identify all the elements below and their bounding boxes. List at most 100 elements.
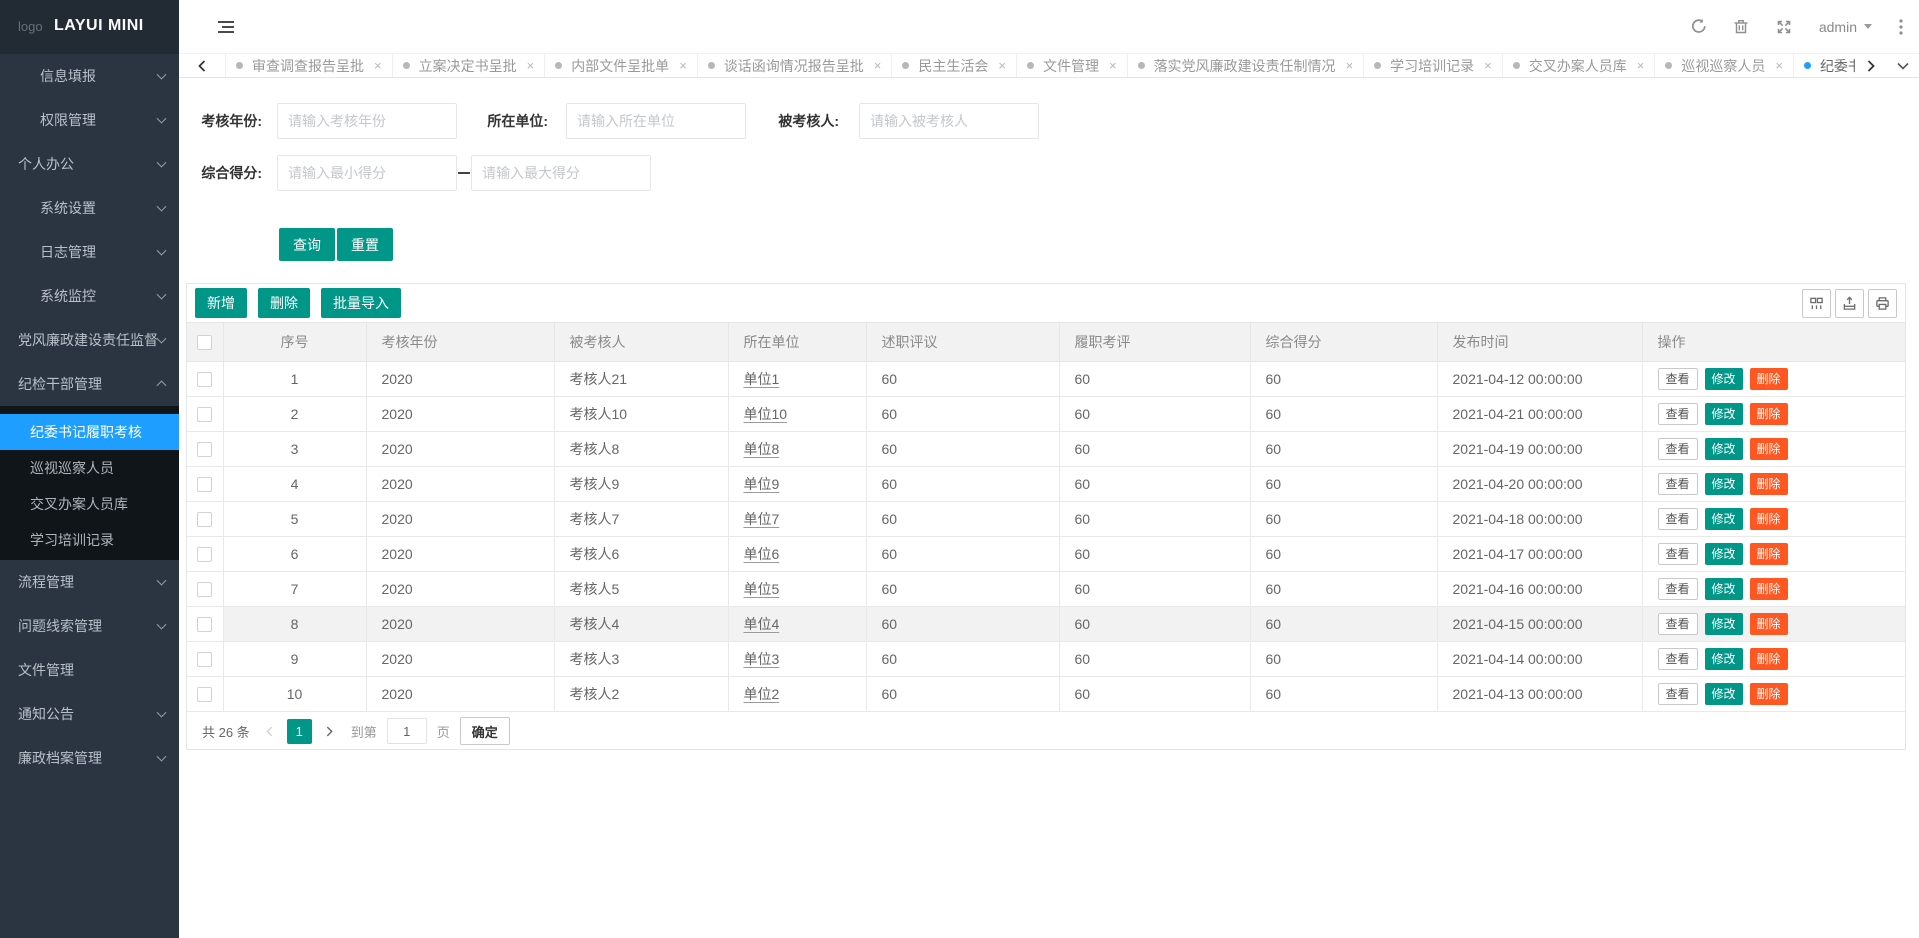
- search-button[interactable]: 查询: [279, 228, 335, 261]
- tab-close-icon[interactable]: ×: [679, 59, 687, 72]
- unit-link[interactable]: 单位6: [744, 546, 780, 562]
- edit-button[interactable]: 修改: [1705, 578, 1743, 600]
- tab-close-icon[interactable]: ×: [1775, 59, 1783, 72]
- view-button[interactable]: 查看: [1658, 508, 1698, 530]
- view-button[interactable]: 查看: [1658, 613, 1698, 635]
- sidebar-item[interactable]: 系统设置: [0, 186, 179, 230]
- row-checkbox[interactable]: [197, 477, 212, 492]
- delete-row-button[interactable]: 删除: [1750, 368, 1788, 390]
- person-input[interactable]: [859, 103, 1039, 139]
- delete-row-button[interactable]: 删除: [1750, 648, 1788, 670]
- edit-button[interactable]: 修改: [1705, 368, 1743, 390]
- unit-input[interactable]: [566, 103, 746, 139]
- unit-link[interactable]: 单位8: [744, 441, 780, 457]
- sidebar-subitem[interactable]: 巡视巡察人员: [0, 450, 179, 486]
- tab-close-icon[interactable]: ×: [1346, 59, 1354, 72]
- refresh-icon[interactable]: [1689, 18, 1706, 35]
- export-icon[interactable]: [1835, 289, 1864, 318]
- unit-link[interactable]: 单位4: [744, 616, 780, 632]
- batch-import-button[interactable]: 批量导入: [321, 288, 401, 318]
- view-button[interactable]: 查看: [1658, 683, 1698, 705]
- unit-link[interactable]: 单位9: [744, 476, 780, 492]
- trash-icon[interactable]: [1733, 18, 1749, 35]
- row-checkbox[interactable]: [197, 687, 212, 702]
- more-options-icon[interactable]: [1899, 19, 1903, 35]
- tab-item[interactable]: 巡视巡察人员×: [1655, 54, 1794, 77]
- filter-columns-icon[interactable]: [1802, 289, 1831, 318]
- row-checkbox[interactable]: [197, 407, 212, 422]
- unit-link[interactable]: 单位3: [744, 651, 780, 667]
- delete-row-button[interactable]: 删除: [1750, 543, 1788, 565]
- tab-close-icon[interactable]: ×: [527, 59, 535, 72]
- edit-button[interactable]: 修改: [1705, 508, 1743, 530]
- unit-link[interactable]: 单位1: [744, 371, 780, 387]
- view-button[interactable]: 查看: [1658, 543, 1698, 565]
- tabs-scroll-right-icon[interactable]: [1855, 54, 1887, 77]
- edit-button[interactable]: 修改: [1705, 403, 1743, 425]
- view-button[interactable]: 查看: [1658, 578, 1698, 600]
- tab-item[interactable]: 交叉办案人员库×: [1503, 54, 1656, 77]
- jump-page-input[interactable]: [387, 718, 427, 744]
- row-checkbox[interactable]: [197, 582, 212, 597]
- select-all-checkbox[interactable]: [197, 335, 212, 350]
- edit-button[interactable]: 修改: [1705, 683, 1743, 705]
- delete-row-button[interactable]: 删除: [1750, 473, 1788, 495]
- view-button[interactable]: 查看: [1658, 368, 1698, 390]
- current-page-button[interactable]: 1: [287, 719, 312, 744]
- delete-row-button[interactable]: 删除: [1750, 438, 1788, 460]
- edit-button[interactable]: 修改: [1705, 613, 1743, 635]
- tab-item[interactable]: 民主生活会×: [892, 54, 1017, 77]
- unit-link[interactable]: 单位2: [744, 686, 780, 702]
- edit-button[interactable]: 修改: [1705, 438, 1743, 460]
- delete-row-button[interactable]: 删除: [1750, 683, 1788, 705]
- sidebar-item[interactable]: 党风廉政建设责任监督: [0, 318, 179, 362]
- user-menu[interactable]: admin: [1819, 19, 1872, 35]
- unit-link[interactable]: 单位7: [744, 511, 780, 527]
- tab-item[interactable]: 内部文件呈批单×: [545, 54, 698, 77]
- delete-row-button[interactable]: 删除: [1750, 508, 1788, 530]
- tab-close-icon[interactable]: ×: [874, 59, 882, 72]
- row-checkbox[interactable]: [197, 512, 212, 527]
- row-checkbox[interactable]: [197, 652, 212, 667]
- edit-button[interactable]: 修改: [1705, 543, 1743, 565]
- edit-button[interactable]: 修改: [1705, 473, 1743, 495]
- min-score-input[interactable]: [277, 155, 457, 191]
- max-score-input[interactable]: [471, 155, 651, 191]
- view-button[interactable]: 查看: [1658, 403, 1698, 425]
- next-page-icon[interactable]: [326, 726, 333, 737]
- row-checkbox[interactable]: [197, 617, 212, 632]
- sidebar-item[interactable]: 问题线索管理: [0, 604, 179, 648]
- sidebar-item[interactable]: 日志管理: [0, 230, 179, 274]
- fullscreen-icon[interactable]: [1776, 19, 1792, 35]
- sidebar-item[interactable]: 文件管理: [0, 648, 179, 692]
- unit-link[interactable]: 单位5: [744, 581, 780, 597]
- tab-item[interactable]: 立案决定书呈批×: [393, 54, 546, 77]
- tab-item[interactable]: 谈话函询情况报告呈批×: [698, 54, 893, 77]
- tab-item[interactable]: 落实党风廉政建设责任制情况×: [1128, 54, 1365, 77]
- tabs-scroll-left-icon[interactable]: [179, 54, 225, 77]
- unit-link[interactable]: 单位10: [744, 406, 788, 422]
- delete-row-button[interactable]: 删除: [1750, 578, 1788, 600]
- view-button[interactable]: 查看: [1658, 438, 1698, 460]
- tab-close-icon[interactable]: ×: [1484, 59, 1492, 72]
- tab-close-icon[interactable]: ×: [1109, 59, 1117, 72]
- sidebar-item[interactable]: 廉政档案管理: [0, 736, 179, 780]
- sidebar-item[interactable]: 权限管理: [0, 98, 179, 142]
- sidebar-subitem[interactable]: 学习培训记录: [0, 522, 179, 558]
- row-checkbox[interactable]: [197, 372, 212, 387]
- tab-item[interactable]: 纪委书记履职考核: [1794, 54, 1855, 77]
- sidebar-subitem[interactable]: 交叉办案人员库: [0, 486, 179, 522]
- sidebar-item[interactable]: 通知公告: [0, 692, 179, 736]
- sidebar-item[interactable]: 纪检干部管理: [0, 362, 179, 406]
- tab-close-icon[interactable]: ×: [374, 59, 382, 72]
- row-checkbox[interactable]: [197, 442, 212, 457]
- tab-item[interactable]: 文件管理×: [1017, 54, 1128, 77]
- year-input[interactable]: [277, 103, 457, 139]
- sidebar-item[interactable]: 流程管理: [0, 560, 179, 604]
- tabs-dropdown-icon[interactable]: [1887, 54, 1919, 77]
- view-button[interactable]: 查看: [1658, 648, 1698, 670]
- delete-row-button[interactable]: 删除: [1750, 403, 1788, 425]
- reset-button[interactable]: 重置: [337, 228, 393, 261]
- sidebar-item[interactable]: 系统监控: [0, 274, 179, 318]
- sidebar-item[interactable]: 个人办公: [0, 142, 179, 186]
